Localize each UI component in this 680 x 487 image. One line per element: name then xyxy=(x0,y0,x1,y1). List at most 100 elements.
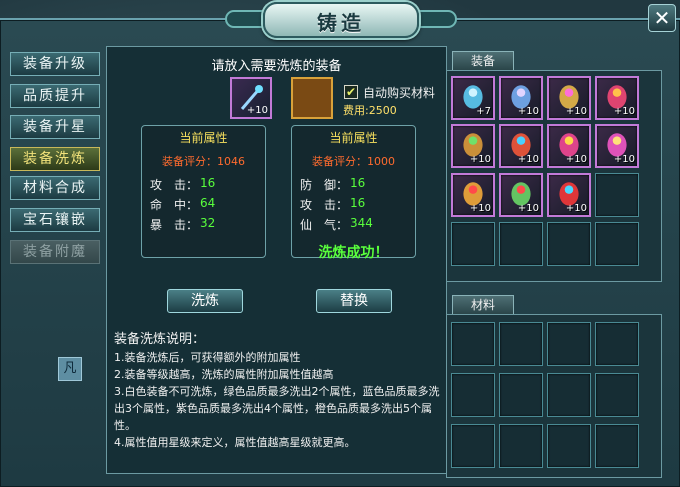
score-label: 装备评分： xyxy=(162,155,217,168)
material-cell[interactable] xyxy=(451,322,495,366)
sidebar-item-quality[interactable]: 品质提升 xyxy=(10,84,100,108)
window-title-plate: 铸造 xyxy=(263,2,419,38)
material-cell[interactable] xyxy=(547,322,591,366)
equipment-cell[interactable]: +10 xyxy=(451,124,495,168)
sidebar-item-refine[interactable]: 装备洗炼 xyxy=(10,147,100,171)
tab-materials[interactable]: 材料 xyxy=(452,295,514,314)
current-score: 装备评分：1046 xyxy=(142,153,265,169)
item-count: +10 xyxy=(517,106,539,117)
result-attributes-box: 当前属性 装备评分：1000 防 御： 16 攻 击： 16 仙 气： 344 洗炼成… xyxy=(291,125,416,261)
equipment-cell[interactable]: +10 xyxy=(499,173,543,217)
refine-instructions: 装备洗炼说明： 1.装备洗炼后，可获得额外的附加属性 2.装备等级越高，洗炼的属… xyxy=(114,331,444,451)
equipment-cell[interactable]: +10 xyxy=(451,173,495,217)
attr-name: 暴 击： xyxy=(150,218,199,232)
scene-emblem: 凡 xyxy=(58,357,82,381)
refine-panel: 请放入需要洗炼的装备 +10 ✔ 自动购买材料 费用:2500 当前属性 装备评… xyxy=(106,46,447,474)
instructions-heading: 装备洗炼说明： xyxy=(114,332,206,347)
material-cell[interactable] xyxy=(547,373,591,417)
item-count: +10 xyxy=(565,106,587,117)
item-count: +7 xyxy=(476,106,491,117)
sidebar-item-synthesis[interactable]: 材料合成 xyxy=(10,176,100,200)
equipment-cell[interactable]: +10 xyxy=(547,124,591,168)
item-count: +10 xyxy=(613,154,635,165)
attr-value: 16 xyxy=(350,196,366,210)
checkmark-icon: ✔ xyxy=(345,85,357,99)
item-count: +10 xyxy=(517,203,539,214)
attr-value: 16 xyxy=(200,176,216,190)
item-count: +10 xyxy=(469,203,491,214)
attr-name: 攻 击： xyxy=(300,198,349,212)
tab-equipment[interactable]: 装备 xyxy=(452,51,514,70)
material-cell[interactable] xyxy=(595,322,639,366)
auto-buy-label: 自动购买材料 xyxy=(363,86,436,100)
attr-row: 暴 击： 32 xyxy=(150,216,215,233)
empty-equipment-cell[interactable] xyxy=(499,222,543,266)
instruction-line: 3.白色装备不可洗炼，绿色品质最多洗出2个属性，蓝色品质最多洗出3个属性，紫色品… xyxy=(114,385,440,432)
attr-row: 攻 击： 16 xyxy=(300,196,365,213)
fee-value: :2500 xyxy=(365,104,397,117)
equipment-slot[interactable]: +10 xyxy=(230,77,272,119)
fee-display: 费用:2500 xyxy=(343,102,397,118)
material-cell[interactable] xyxy=(595,373,639,417)
auto-buy-checkbox[interactable]: ✔ xyxy=(344,85,358,99)
material-cell[interactable] xyxy=(595,424,639,468)
score-value: 1000 xyxy=(367,155,395,168)
close-button[interactable]: ✕ xyxy=(648,4,676,32)
attr-row: 攻 击： 16 xyxy=(150,176,215,193)
attr-name: 命 中： xyxy=(150,198,199,212)
material-cell[interactable] xyxy=(547,424,591,468)
equipment-cell[interactable]: +10 xyxy=(547,76,591,120)
attr-name: 防 御： xyxy=(300,178,349,192)
empty-equipment-cell[interactable] xyxy=(547,222,591,266)
equipment-cell[interactable]: +7 xyxy=(451,76,495,120)
equipment-slot-count: +10 xyxy=(246,105,268,116)
attr-row: 仙 气： 344 xyxy=(300,216,373,233)
equipment-cell[interactable]: +10 xyxy=(595,124,639,168)
attr-value: 32 xyxy=(200,216,216,230)
material-cell[interactable] xyxy=(499,322,543,366)
material-cell[interactable] xyxy=(499,373,543,417)
score-label: 装备评分： xyxy=(312,155,367,168)
equipment-cell[interactable]: +10 xyxy=(547,173,591,217)
window-title: 铸造 xyxy=(317,11,365,35)
sidebar-item-enchant[interactable]: 装备附魔 xyxy=(10,240,100,264)
attr-value: 344 xyxy=(350,216,373,230)
equipment-cell[interactable]: +10 xyxy=(499,124,543,168)
attr-row: 命 中： 64 xyxy=(150,196,215,213)
item-count: +10 xyxy=(469,154,491,165)
empty-equipment-cell[interactable] xyxy=(451,222,495,266)
item-count: +10 xyxy=(565,154,587,165)
item-count: +10 xyxy=(613,106,635,117)
instruction-line: 4.属性值用星级来定义，属性值越高星级就更高。 xyxy=(114,436,356,449)
sidebar-item-gem[interactable]: 宝石镶嵌 xyxy=(10,208,100,232)
instruction-line: 1.装备洗炼后，可获得额外的附加属性 xyxy=(114,351,301,364)
material-cell[interactable] xyxy=(451,424,495,468)
equipment-cell[interactable]: +10 xyxy=(499,76,543,120)
refine-button[interactable]: 洗炼 xyxy=(167,289,243,313)
close-icon: ✕ xyxy=(653,6,671,30)
replace-button[interactable]: 替换 xyxy=(316,289,392,313)
sidebar-item-star[interactable]: 装备升星 xyxy=(10,115,100,139)
attr-value: 64 xyxy=(200,196,216,210)
result-attributes-title: 当前属性 xyxy=(329,131,378,145)
sidebar-item-upgrade[interactable]: 装备升级 xyxy=(10,52,100,76)
empty-equipment-cell[interactable] xyxy=(595,173,639,217)
result-score: 装备评分：1000 xyxy=(292,153,415,169)
attr-name: 仙 气： xyxy=(300,218,349,232)
attr-name: 攻 击： xyxy=(150,178,199,192)
current-attributes-box: 当前属性 装备评分：1046 攻 击： 16 命 中： 64 暴 击： 32 xyxy=(141,125,266,258)
attr-row: 防 御： 16 xyxy=(300,176,365,193)
fee-label: 费用 xyxy=(343,104,365,117)
current-attributes-title: 当前属性 xyxy=(179,131,228,145)
material-slot[interactable] xyxy=(291,77,333,119)
item-count: +10 xyxy=(517,154,539,165)
refine-hint: 请放入需要洗炼的装备 xyxy=(211,59,342,74)
empty-equipment-cell[interactable] xyxy=(595,222,639,266)
attr-value: 16 xyxy=(350,176,366,190)
score-value: 1046 xyxy=(217,155,245,168)
instruction-line: 2.装备等级越高，洗炼的属性附加属性值越高 xyxy=(114,368,334,381)
refine-success-text: 洗炼成功！ xyxy=(318,245,389,261)
material-cell[interactable] xyxy=(451,373,495,417)
equipment-cell[interactable]: +10 xyxy=(595,76,639,120)
material-cell[interactable] xyxy=(499,424,543,468)
